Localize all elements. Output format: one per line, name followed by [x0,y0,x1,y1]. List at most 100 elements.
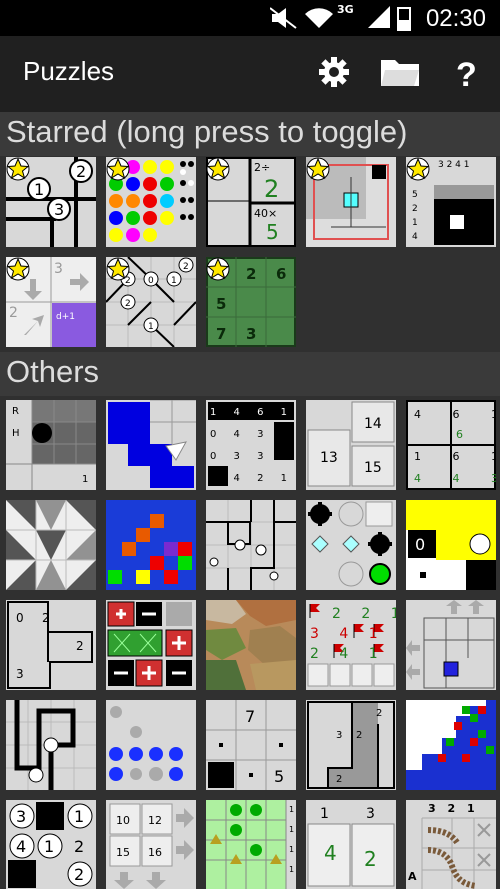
tile-art: R H 1 [6,400,96,490]
clue-1: 1 [34,180,44,199]
mute-icon [270,7,297,29]
tile-art [206,600,296,690]
puzzle-tile-unequal[interactable]: 4 2 6 5 7 3 [206,257,296,347]
tile-art: 3 2 1 A [408,802,496,889]
clue: 2 [336,774,342,785]
clue: 1 [320,806,329,822]
clue: 1 [148,322,154,332]
puzzle-tile-galaxies[interactable] [206,500,296,590]
cell: 2 [74,837,84,856]
cell-value: 2 [246,265,256,283]
puzzle-tile-pearl[interactable]: 1 2 3 [6,157,96,247]
puzzle-tile-pegs[interactable] [106,600,196,690]
help-icon[interactable]: ? [454,56,478,90]
tile-art [106,500,196,590]
cell-value: 14 [364,416,382,432]
puzzle-tile-towers[interactable]: 3 2 4 1 5 2 1 4 [406,157,496,247]
cell: 15 [116,846,130,859]
clue: 2 [412,204,418,214]
puzzle-tile-rectangles[interactable]: 14 13 15 [306,400,396,490]
star-icon [106,257,130,281]
puzzle-tile-magnets[interactable] [306,500,396,590]
row: 2 4 1 [310,646,386,662]
svg-text:1: 1 [289,825,294,834]
label: 1 [82,474,88,485]
puzzle-tile-mines-flags[interactable]: 2 2 1 3 4 1 2 4 1 [306,600,396,690]
clue: 0 [16,611,24,625]
clue: 7 [245,707,255,726]
puzzle-tile-tracks[interactable]: 3 2 1 A [406,800,496,889]
clue: A [408,870,417,883]
puzzle-tile-inertia[interactable]: R H 1 [6,400,96,490]
clue: 2 [76,639,84,653]
battery-icon [397,7,411,31]
svg-text:1: 1 [289,845,294,854]
section-starred-label: Starred (long press to toggle) [6,114,408,149]
puzzle-tile-tracks-diamond[interactable] [6,500,96,590]
puzzle-tile-tents[interactable]: 1 1 1 1 [206,800,296,889]
cell-value: 15 [364,460,382,476]
tile-art: 7 5 [206,700,296,790]
puzzle-tile-samegame[interactable] [406,700,496,790]
clue: 3 [366,806,375,822]
cell: 16 [148,846,162,859]
svg-text:1: 1 [289,865,294,874]
cell-value: 5 [216,295,226,313]
network-type: 3G [337,3,354,16]
puzzle-tile-bridges[interactable]: 0 2 2 3 [6,600,96,690]
clue-row: 3 2 1 [428,802,479,815]
puzzle-tile-fifteen[interactable]: 10 12 15 16 [106,800,196,889]
tile-art [6,700,96,790]
clue: 0 [148,276,154,286]
puzzle-tile-keen[interactable]: 2− 2÷ 2 40× 5 [206,157,296,247]
puzzle-tile-fillomino[interactable] [106,400,196,490]
puzzle-tile-loopy[interactable] [6,700,96,790]
tile-art: 0 2 2 3 [7,601,93,689]
tile-art: 1 3 4 2 [307,806,395,887]
page-title: Puzzles [23,56,115,86]
puzzle-tile-dominosa[interactable] [106,700,196,790]
tile-art [206,500,296,590]
puzzle-tile-lightup[interactable]: 0 [406,500,496,590]
section-others-label: Others [6,354,100,389]
cell: 3 [16,807,26,826]
row: 1 6 1 [414,450,496,463]
puzzle-tile-mines[interactable]: 1 4 6 1 0 4 3 6 0 3 3 5 4 4 2 1 [206,400,296,490]
puzzle-tile-signpost[interactable]: 1 3 2 d+1 [6,257,96,347]
puzzle-tile-guess[interactable] [106,157,196,247]
clue: 2 [125,299,131,309]
star-icon [6,257,30,281]
puzzle-tile-cube[interactable] [306,157,396,247]
cell-value: 13 [320,450,338,466]
clue: 2 [376,708,382,719]
folder-icon[interactable] [380,56,420,88]
star-icon [206,257,230,281]
clue-3: 3 [54,200,64,219]
cell-number: d+1 [56,312,75,322]
cell: 1 [44,837,54,856]
row: 4 6 1 [414,408,496,421]
settings-icon[interactable] [318,56,350,88]
clue: 1 [412,218,418,228]
section-starred: Starred (long press to toggle) [0,112,500,156]
puzzle-tile-range[interactable]: 7 5 [206,700,296,790]
cell: 4 [324,841,337,865]
puzzle-tile-singles[interactable]: 3 1 4 1 2 2 [6,800,96,889]
puzzle-tile-map[interactable] [206,600,296,690]
clue: 5 [274,767,284,786]
cell-value: 3 [246,325,256,343]
app-bar: Puzzles ? [0,36,500,112]
puzzle-tile-filling[interactable]: 2 3 2 2 [306,700,396,790]
star-icon [6,157,30,181]
puzzle-tile-pattern[interactable]: 1 3 4 2 [306,800,396,889]
tile-art [308,501,393,587]
puzzle-tile-flood[interactable] [106,500,196,590]
status-bar: 3G 02:30 [0,0,500,36]
puzzle-tile-slant[interactable]: 2 0 2 2 1 1 [106,257,196,347]
tile-art [406,600,495,689]
puzzle-tile-solo[interactable]: 4 6 1 6 1 6 1 4 4 3 [406,400,496,490]
tile-art: 1 4 6 1 0 4 3 6 0 3 3 5 4 4 2 1 [208,402,294,486]
row: 1 4 6 1 [210,407,294,418]
tile-art: 2 3 2 2 [307,701,395,789]
puzzle-tile-sixteen[interactable] [406,600,496,690]
